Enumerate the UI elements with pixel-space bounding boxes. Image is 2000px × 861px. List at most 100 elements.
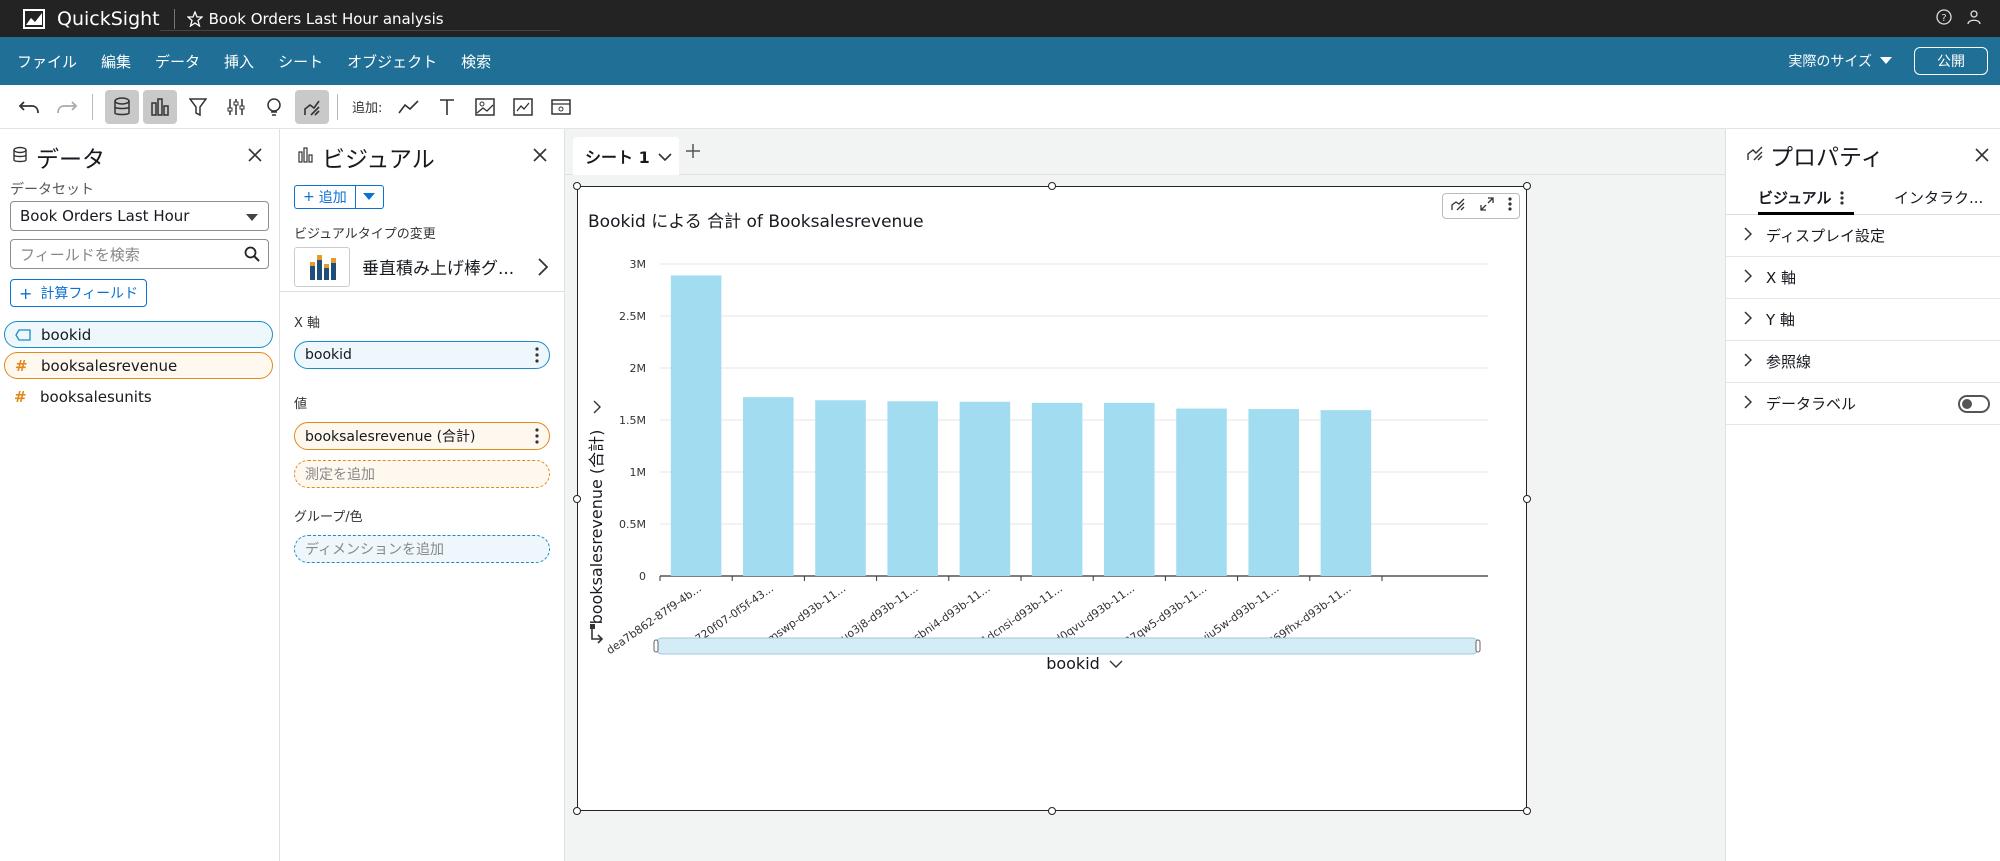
- plus-icon: +: [19, 283, 33, 303]
- properties-icon[interactable]: [295, 89, 329, 124]
- more-options-icon[interactable]: [535, 347, 539, 367]
- x-axis-title[interactable]: bookid: [1046, 654, 1100, 673]
- analysis-title[interactable]: Book Orders Last Hour analysis: [209, 10, 444, 28]
- x-axis-field-well[interactable]: bookid: [294, 341, 550, 369]
- menu-edit[interactable]: 編集: [101, 51, 131, 72]
- value-field-well[interactable]: booksalesrevenue (合計): [294, 422, 550, 450]
- resize-handle[interactable]: [573, 495, 581, 503]
- menu-search[interactable]: 検索: [461, 51, 491, 72]
- visual-type-name: 垂直積み上げ棒グ...: [362, 259, 515, 279]
- bar-chart-visual[interactable]: Bookid による 合計 of Booksalesrevenue 0 0.5M 1…: [573, 182, 1531, 815]
- redo-icon[interactable]: [50, 90, 84, 124]
- add-line-chart-icon[interactable]: [392, 90, 426, 124]
- insights-lightbulb-icon[interactable]: [257, 90, 291, 124]
- tab-sheet-1[interactable]: シート 1: [573, 137, 679, 175]
- chevron-right-icon: [1744, 268, 1753, 287]
- bar[interactable]: [1176, 408, 1227, 576]
- undo-icon[interactable]: [12, 90, 46, 124]
- dataset-select[interactable]: Book Orders Last Hour: [10, 201, 269, 231]
- bar[interactable]: [1031, 402, 1083, 576]
- section-data-labels[interactable]: データラベル: [1726, 383, 2000, 425]
- chevron-right-icon[interactable]: [538, 258, 549, 280]
- resize-handle[interactable]: [1523, 182, 1531, 190]
- y-tick-label: 2M: [630, 362, 647, 375]
- view-size-dropdown[interactable]: 実際のサイズ: [1788, 51, 1892, 71]
- menu-insert[interactable]: 挿入: [224, 51, 254, 72]
- bar[interactable]: [815, 400, 866, 576]
- field-item-bookid[interactable]: bookid: [4, 321, 273, 348]
- close-icon[interactable]: [532, 147, 548, 167]
- menu-sheet[interactable]: シート: [278, 51, 323, 72]
- add-dimension-well[interactable]: ディメンションを追加: [294, 535, 550, 563]
- resize-handle[interactable]: [573, 182, 581, 190]
- user-icon[interactable]: [1966, 9, 1982, 29]
- database-icon[interactable]: [105, 89, 139, 124]
- bar[interactable]: [887, 401, 938, 576]
- search-icon[interactable]: [244, 246, 260, 266]
- visual-panel-title: ビジュアル: [322, 147, 435, 173]
- resize-handle[interactable]: [1048, 182, 1056, 190]
- more-options-icon[interactable]: [1840, 191, 1844, 209]
- visual-type-label: ビジュアルタイプの変更: [294, 227, 436, 242]
- add-dimension-placeholder: ディメンションを追加: [305, 542, 445, 558]
- resize-handle[interactable]: [1523, 807, 1531, 815]
- chart-plot: 00.5M1M1.5M2M2.5M3M dea7b862-87f9-4b...1…: [587, 258, 1488, 673]
- scrollbar-left-handle[interactable]: [653, 639, 659, 653]
- bar[interactable]: [1248, 409, 1299, 576]
- resize-handle[interactable]: [1523, 495, 1531, 503]
- data-labels-toggle[interactable]: [1958, 395, 1990, 413]
- x-axis-field-name: bookid: [305, 347, 352, 363]
- field-search-input[interactable]: フィールドを検索: [10, 239, 269, 269]
- close-icon[interactable]: [1974, 147, 1990, 167]
- section-x-axis[interactable]: X 軸: [1726, 257, 2000, 299]
- add-sheet-icon[interactable]: [685, 143, 701, 163]
- brand-name[interactable]: QuickSight: [57, 8, 160, 30]
- chevron-down-icon[interactable]: [1109, 660, 1123, 668]
- resize-handle[interactable]: [1048, 807, 1056, 815]
- y-tick-label: 3M: [630, 258, 647, 271]
- y-axis-title[interactable]: booksalesrevenue (合計): [587, 430, 606, 625]
- sort-icon[interactable]: [590, 624, 604, 644]
- section-reference-lines[interactable]: 参照線: [1726, 341, 2000, 383]
- bar[interactable]: [1320, 410, 1372, 576]
- add-embed-icon[interactable]: [544, 90, 578, 124]
- bar-chart-icon[interactable]: [143, 89, 177, 124]
- scrollbar-right-handle[interactable]: [1475, 639, 1481, 653]
- publish-button[interactable]: 公開: [1914, 47, 1988, 75]
- caret-down-icon: [246, 214, 258, 221]
- section-y-axis[interactable]: Y 軸: [1726, 299, 2000, 341]
- add-calculated-field-button[interactable]: + 計算フィールド: [10, 279, 147, 307]
- more-options-icon[interactable]: [535, 428, 539, 448]
- filter-icon[interactable]: [181, 90, 215, 124]
- section-label: 参照線: [1766, 353, 1812, 371]
- section-display-settings[interactable]: ディスプレイ設定: [1726, 215, 2000, 257]
- add-visual-dropdown[interactable]: [355, 185, 384, 209]
- bar[interactable]: [743, 397, 794, 576]
- add-image-icon[interactable]: [468, 90, 502, 124]
- add-insight-icon[interactable]: [506, 90, 540, 124]
- field-item-booksalesrevenue[interactable]: # booksalesrevenue: [4, 352, 273, 379]
- visual-type-selector[interactable]: 垂直積み上げ棒グ...: [280, 246, 564, 292]
- menu-object[interactable]: オブジェクト: [347, 51, 437, 72]
- close-icon[interactable]: [247, 147, 263, 167]
- add-visual-button[interactable]: + 追加: [294, 185, 356, 209]
- bar[interactable]: [670, 275, 722, 576]
- add-label: 追加:: [352, 101, 383, 116]
- horizontal-scrollbar[interactable]: [655, 637, 1479, 655]
- add-measure-well[interactable]: 測定を追加: [294, 460, 550, 488]
- resize-handle[interactable]: [573, 807, 581, 815]
- chevron-down-icon[interactable]: [658, 147, 672, 166]
- add-text-icon[interactable]: [430, 90, 464, 124]
- chevron-right-icon[interactable]: [593, 400, 601, 414]
- y-tick-label: 2.5M: [619, 310, 646, 323]
- favorite-star-icon[interactable]: [186, 10, 203, 27]
- tab-interactions[interactable]: インタラク...: [1894, 181, 1983, 214]
- menu-file[interactable]: ファイル: [17, 51, 77, 72]
- menu-data[interactable]: データ: [155, 51, 200, 72]
- bar[interactable]: [959, 401, 1011, 576]
- bar[interactable]: [1104, 402, 1155, 576]
- help-icon[interactable]: ?: [1936, 8, 1952, 29]
- field-item-booksalesunits[interactable]: # booksalesunits: [4, 383, 273, 410]
- parameters-icon[interactable]: [219, 90, 253, 124]
- y-tick-label: 1M: [630, 466, 647, 479]
